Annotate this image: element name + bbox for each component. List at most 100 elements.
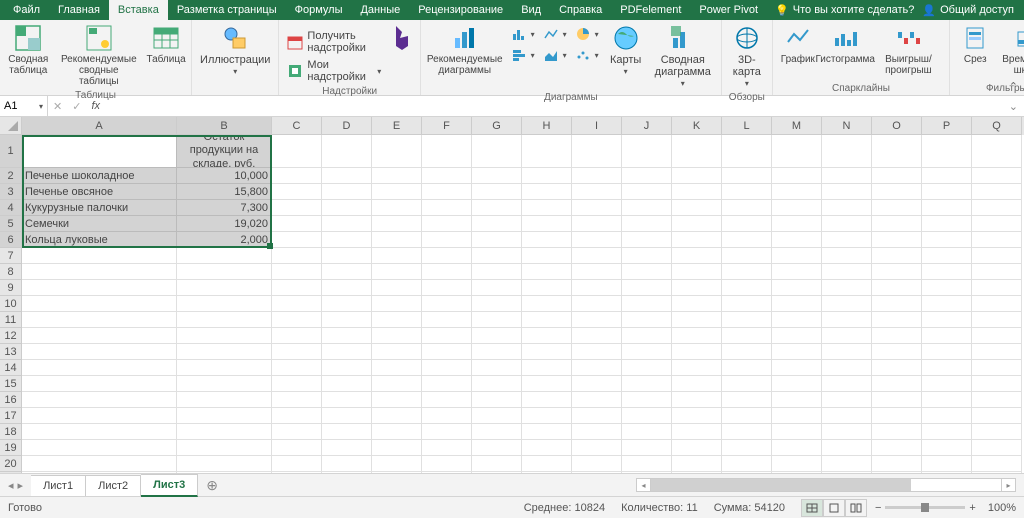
cell[interactable] (822, 440, 872, 456)
cell[interactable] (272, 376, 322, 392)
cell[interactable] (922, 440, 972, 456)
cell[interactable] (22, 440, 177, 456)
cell[interactable] (972, 216, 1022, 232)
cell[interactable] (872, 312, 922, 328)
cell[interactable] (522, 328, 572, 344)
cell[interactable] (22, 296, 177, 312)
cell[interactable] (272, 184, 322, 200)
col-header[interactable]: L (722, 117, 772, 135)
cell[interactable] (472, 184, 522, 200)
cell[interactable] (272, 424, 322, 440)
cell[interactable]: Печенье овсяное (22, 184, 177, 200)
cell[interactable] (272, 392, 322, 408)
cell[interactable] (177, 424, 272, 440)
cell[interactable] (472, 232, 522, 248)
cell[interactable] (572, 328, 622, 344)
cell[interactable] (972, 232, 1022, 248)
cell[interactable] (672, 392, 722, 408)
zoom-level[interactable]: 100% (988, 502, 1016, 514)
cell[interactable]: 10,000 (177, 168, 272, 184)
col-header[interactable]: J (622, 117, 672, 135)
view-page-break-button[interactable] (845, 499, 867, 517)
cell[interactable] (572, 280, 622, 296)
cell[interactable] (322, 424, 372, 440)
cell[interactable] (772, 135, 822, 168)
cell[interactable] (622, 135, 672, 168)
slicer-button[interactable]: Срез (954, 22, 996, 78)
cell[interactable] (522, 216, 572, 232)
cell[interactable] (622, 184, 672, 200)
cell[interactable] (772, 264, 822, 280)
cell[interactable] (322, 280, 372, 296)
col-header[interactable]: M (772, 117, 822, 135)
area-chart-button[interactable]: ▾ (539, 45, 571, 65)
cell[interactable] (572, 296, 622, 312)
cell[interactable] (972, 168, 1022, 184)
cell[interactable] (672, 264, 722, 280)
cell[interactable] (177, 456, 272, 472)
collapse-ribbon-button[interactable]: ⌃ (1009, 80, 1018, 93)
cell[interactable] (22, 392, 177, 408)
cell[interactable] (372, 296, 422, 312)
cell[interactable] (422, 360, 472, 376)
cell[interactable] (922, 312, 972, 328)
cell[interactable] (872, 376, 922, 392)
cell[interactable] (572, 135, 622, 168)
cell[interactable] (572, 248, 622, 264)
cell[interactable] (522, 264, 572, 280)
col-header[interactable]: P (922, 117, 972, 135)
cell[interactable] (472, 135, 522, 168)
cell[interactable] (372, 328, 422, 344)
cell[interactable] (922, 280, 972, 296)
cell[interactable] (372, 360, 422, 376)
col-header[interactable]: F (422, 117, 472, 135)
cell[interactable] (322, 328, 372, 344)
tab-view[interactable]: Вид (512, 0, 550, 20)
cell[interactable] (422, 408, 472, 424)
cell[interactable] (422, 280, 472, 296)
view-normal-button[interactable] (801, 499, 823, 517)
cell[interactable] (772, 440, 822, 456)
row-header[interactable]: 1 (0, 135, 22, 168)
cell[interactable] (922, 456, 972, 472)
cell[interactable] (572, 456, 622, 472)
cell[interactable] (872, 216, 922, 232)
cell[interactable] (522, 360, 572, 376)
cell[interactable]: 7,300 (177, 200, 272, 216)
col-header-A[interactable]: A (22, 117, 177, 135)
cell[interactable] (472, 200, 522, 216)
row-header[interactable]: 12 (0, 328, 22, 344)
cell[interactable] (922, 248, 972, 264)
cell[interactable] (972, 248, 1022, 264)
cell[interactable] (22, 408, 177, 424)
cell[interactable] (272, 216, 322, 232)
row-header[interactable]: 3 (0, 184, 22, 200)
cell[interactable] (872, 296, 922, 312)
cell[interactable] (722, 280, 772, 296)
cell[interactable] (322, 360, 372, 376)
cell[interactable] (422, 376, 472, 392)
cell[interactable] (472, 296, 522, 312)
cell[interactable] (177, 264, 272, 280)
row-header[interactable]: 11 (0, 312, 22, 328)
cell[interactable] (872, 264, 922, 280)
cell[interactable] (372, 135, 422, 168)
scroll-left-button[interactable]: ◂ (637, 479, 651, 491)
cell[interactable] (522, 184, 572, 200)
cell[interactable] (322, 135, 372, 168)
cell[interactable] (822, 376, 872, 392)
cell[interactable] (972, 376, 1022, 392)
col-header[interactable]: G (472, 117, 522, 135)
cell[interactable] (22, 312, 177, 328)
cell[interactable] (372, 456, 422, 472)
sheet-nav-prev[interactable]: ◂ (8, 479, 14, 492)
cell[interactable] (522, 280, 572, 296)
cell[interactable]: Остаток продукции на складе, руб. (177, 135, 272, 168)
cell[interactable] (472, 408, 522, 424)
cell[interactable] (472, 360, 522, 376)
cell[interactable] (522, 376, 572, 392)
cell[interactable] (272, 135, 322, 168)
cell[interactable] (177, 344, 272, 360)
cell[interactable] (622, 360, 672, 376)
cell[interactable] (672, 248, 722, 264)
